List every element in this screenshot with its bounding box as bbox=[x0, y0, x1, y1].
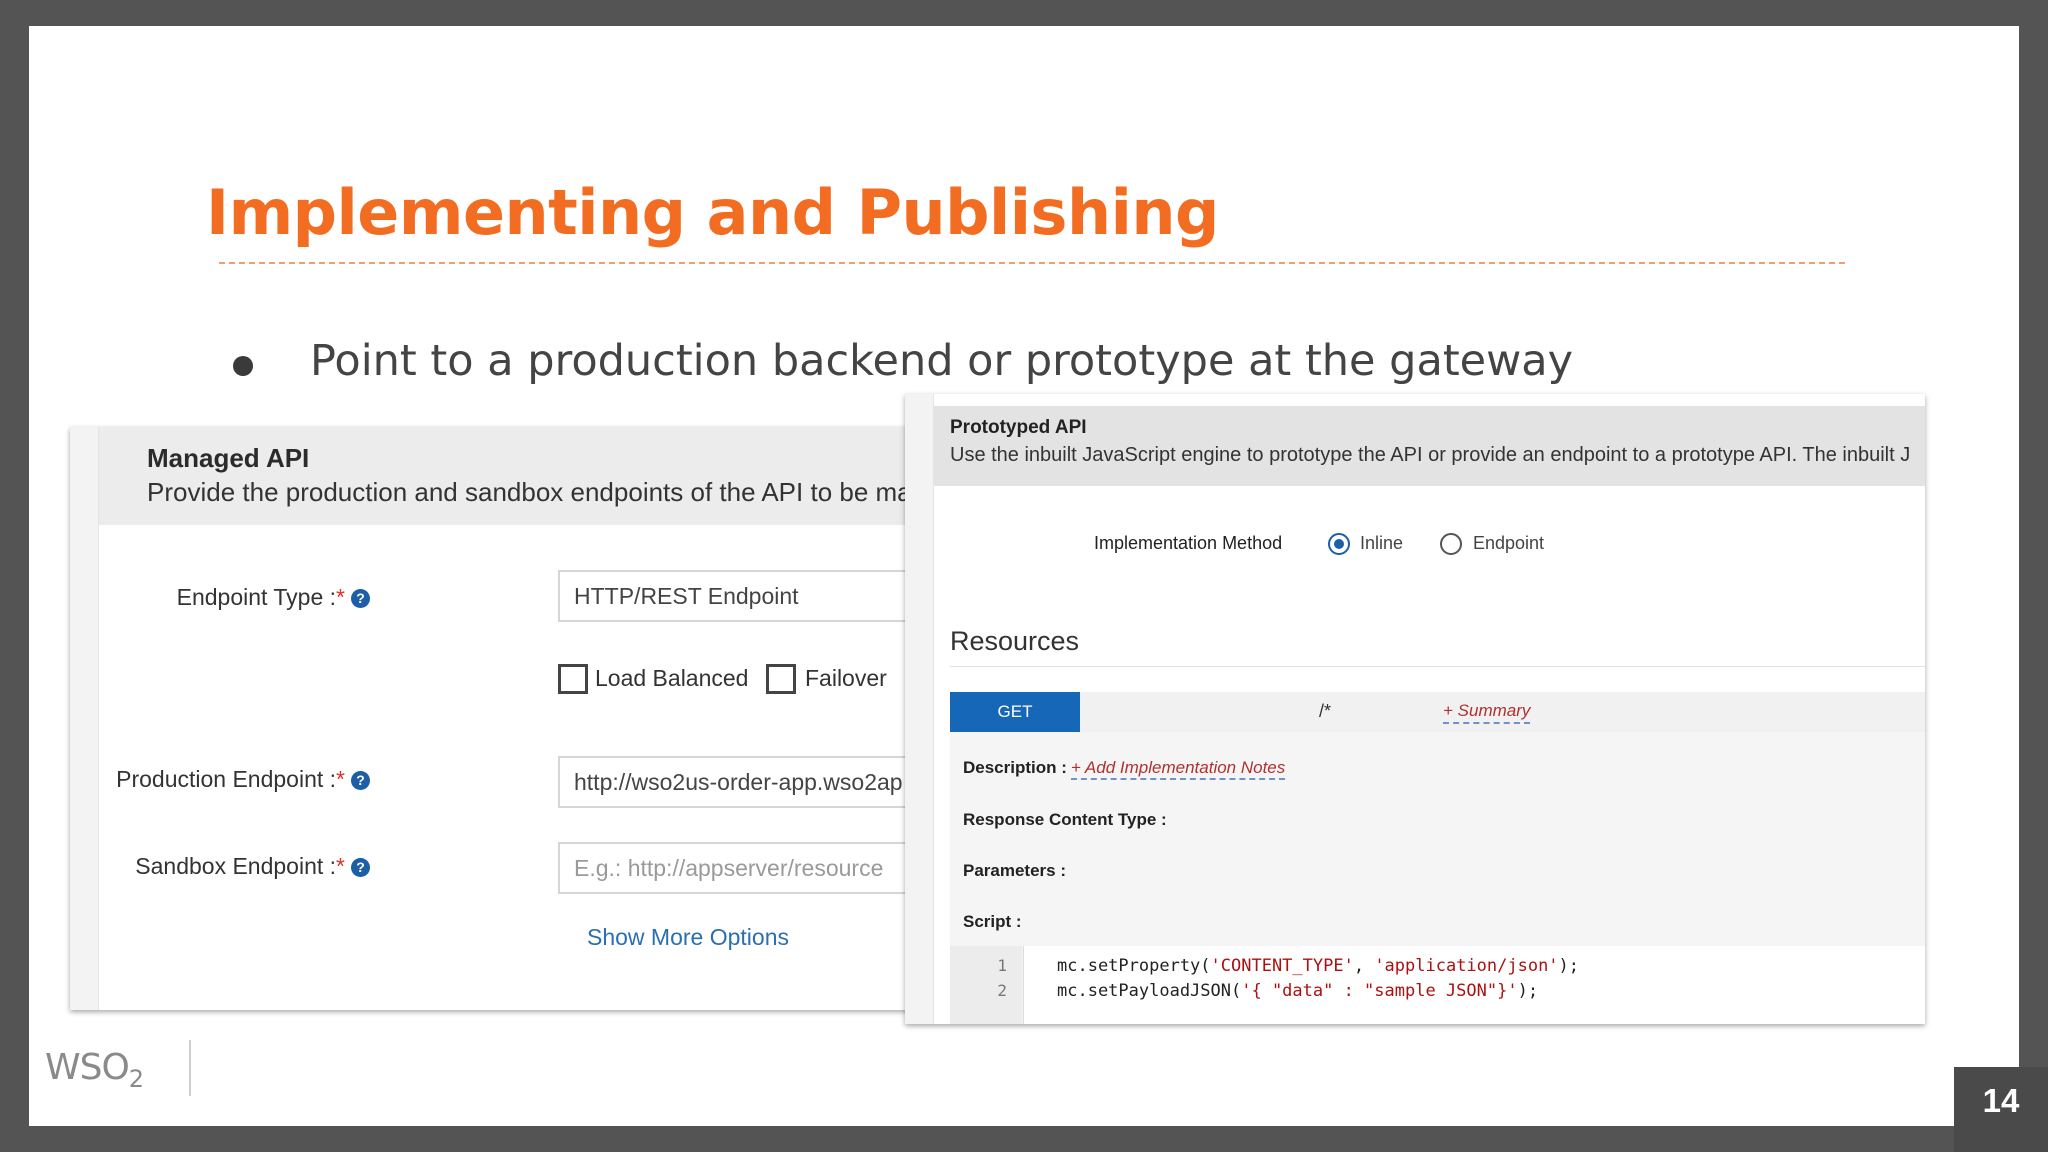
show-more-options-link[interactable]: Show More Options bbox=[587, 924, 789, 951]
slide-title: Implementing and Publishing bbox=[206, 176, 1219, 249]
load-balanced-label: Load Balanced bbox=[595, 665, 749, 691]
add-summary-link[interactable]: + Summary bbox=[1443, 701, 1531, 724]
resource-path: /* bbox=[1319, 701, 1332, 721]
endpoint-type-label: Endpoint Type :*? bbox=[177, 584, 370, 611]
code-line-1: mc.setProperty('CONTENT_TYPE', 'applicat… bbox=[1057, 956, 1580, 976]
line-number: 1 bbox=[997, 956, 1007, 975]
wso2-logo: WSO2 bbox=[45, 1047, 144, 1094]
load-balanced-checkbox[interactable] bbox=[558, 664, 588, 694]
bullet-text: Point to a production backend or prototy… bbox=[310, 336, 1574, 386]
managed-api-panel: Managed API Provide the production and s… bbox=[70, 427, 970, 1010]
managed-header: Managed API Provide the production and s… bbox=[99, 427, 970, 525]
endpoint-label: Endpoint bbox=[1473, 533, 1545, 553]
required-mark: * bbox=[336, 766, 345, 792]
inline-radio[interactable] bbox=[1328, 533, 1350, 555]
managed-api-title: Managed API bbox=[147, 443, 310, 473]
response-content-type-label: Response Content Type : bbox=[963, 810, 1167, 829]
prototyped-api-panel: Prototyped API Use the inbuilt JavaScrip… bbox=[905, 394, 1925, 1024]
description-field: Description : + Add Implementation Notes bbox=[963, 758, 1286, 780]
resource-row[interactable] bbox=[950, 692, 1925, 732]
add-implementation-notes-link[interactable]: + Add Implementation Notes bbox=[1070, 758, 1286, 780]
line-number: 2 bbox=[997, 981, 1007, 1000]
method-get-badge[interactable]: GET bbox=[950, 692, 1080, 732]
implementation-method-label: Implementation Method bbox=[1094, 533, 1283, 553]
parameters-label: Parameters : bbox=[963, 861, 1067, 880]
endpoint-radio[interactable] bbox=[1440, 533, 1462, 555]
prototyped-api-title: Prototyped API bbox=[950, 417, 1087, 438]
resources-divider bbox=[950, 666, 1925, 667]
bullet-icon bbox=[233, 356, 253, 376]
prototyped-sidebar bbox=[905, 394, 934, 1024]
failover-label: Failover bbox=[805, 665, 887, 691]
script-label: Script : bbox=[963, 912, 1022, 931]
sandbox-endpoint-label: Sandbox Endpoint :*? bbox=[135, 853, 370, 880]
required-mark: * bbox=[336, 584, 345, 610]
managed-api-description: Provide the production and sandbox endpo… bbox=[147, 477, 941, 507]
resources-title: Resources bbox=[950, 626, 1080, 656]
logo-divider bbox=[189, 1040, 191, 1096]
help-icon[interactable]: ? bbox=[351, 589, 370, 609]
required-mark: * bbox=[336, 853, 345, 879]
help-icon[interactable]: ? bbox=[351, 858, 370, 878]
managed-sidebar bbox=[70, 427, 99, 1010]
title-divider bbox=[219, 262, 1845, 264]
failover-checkbox[interactable] bbox=[766, 664, 796, 694]
page-number: 14 bbox=[1954, 1067, 2048, 1152]
prototyped-api-description: Use the inbuilt JavaScript engine to pro… bbox=[950, 444, 1911, 466]
production-endpoint-label: Production Endpoint :*? bbox=[116, 766, 370, 793]
inline-label: Inline bbox=[1360, 533, 1404, 553]
help-icon[interactable]: ? bbox=[351, 771, 370, 791]
code-line-2: mc.setPayloadJSON('{ "data" : "sample JS… bbox=[1057, 981, 1539, 1001]
